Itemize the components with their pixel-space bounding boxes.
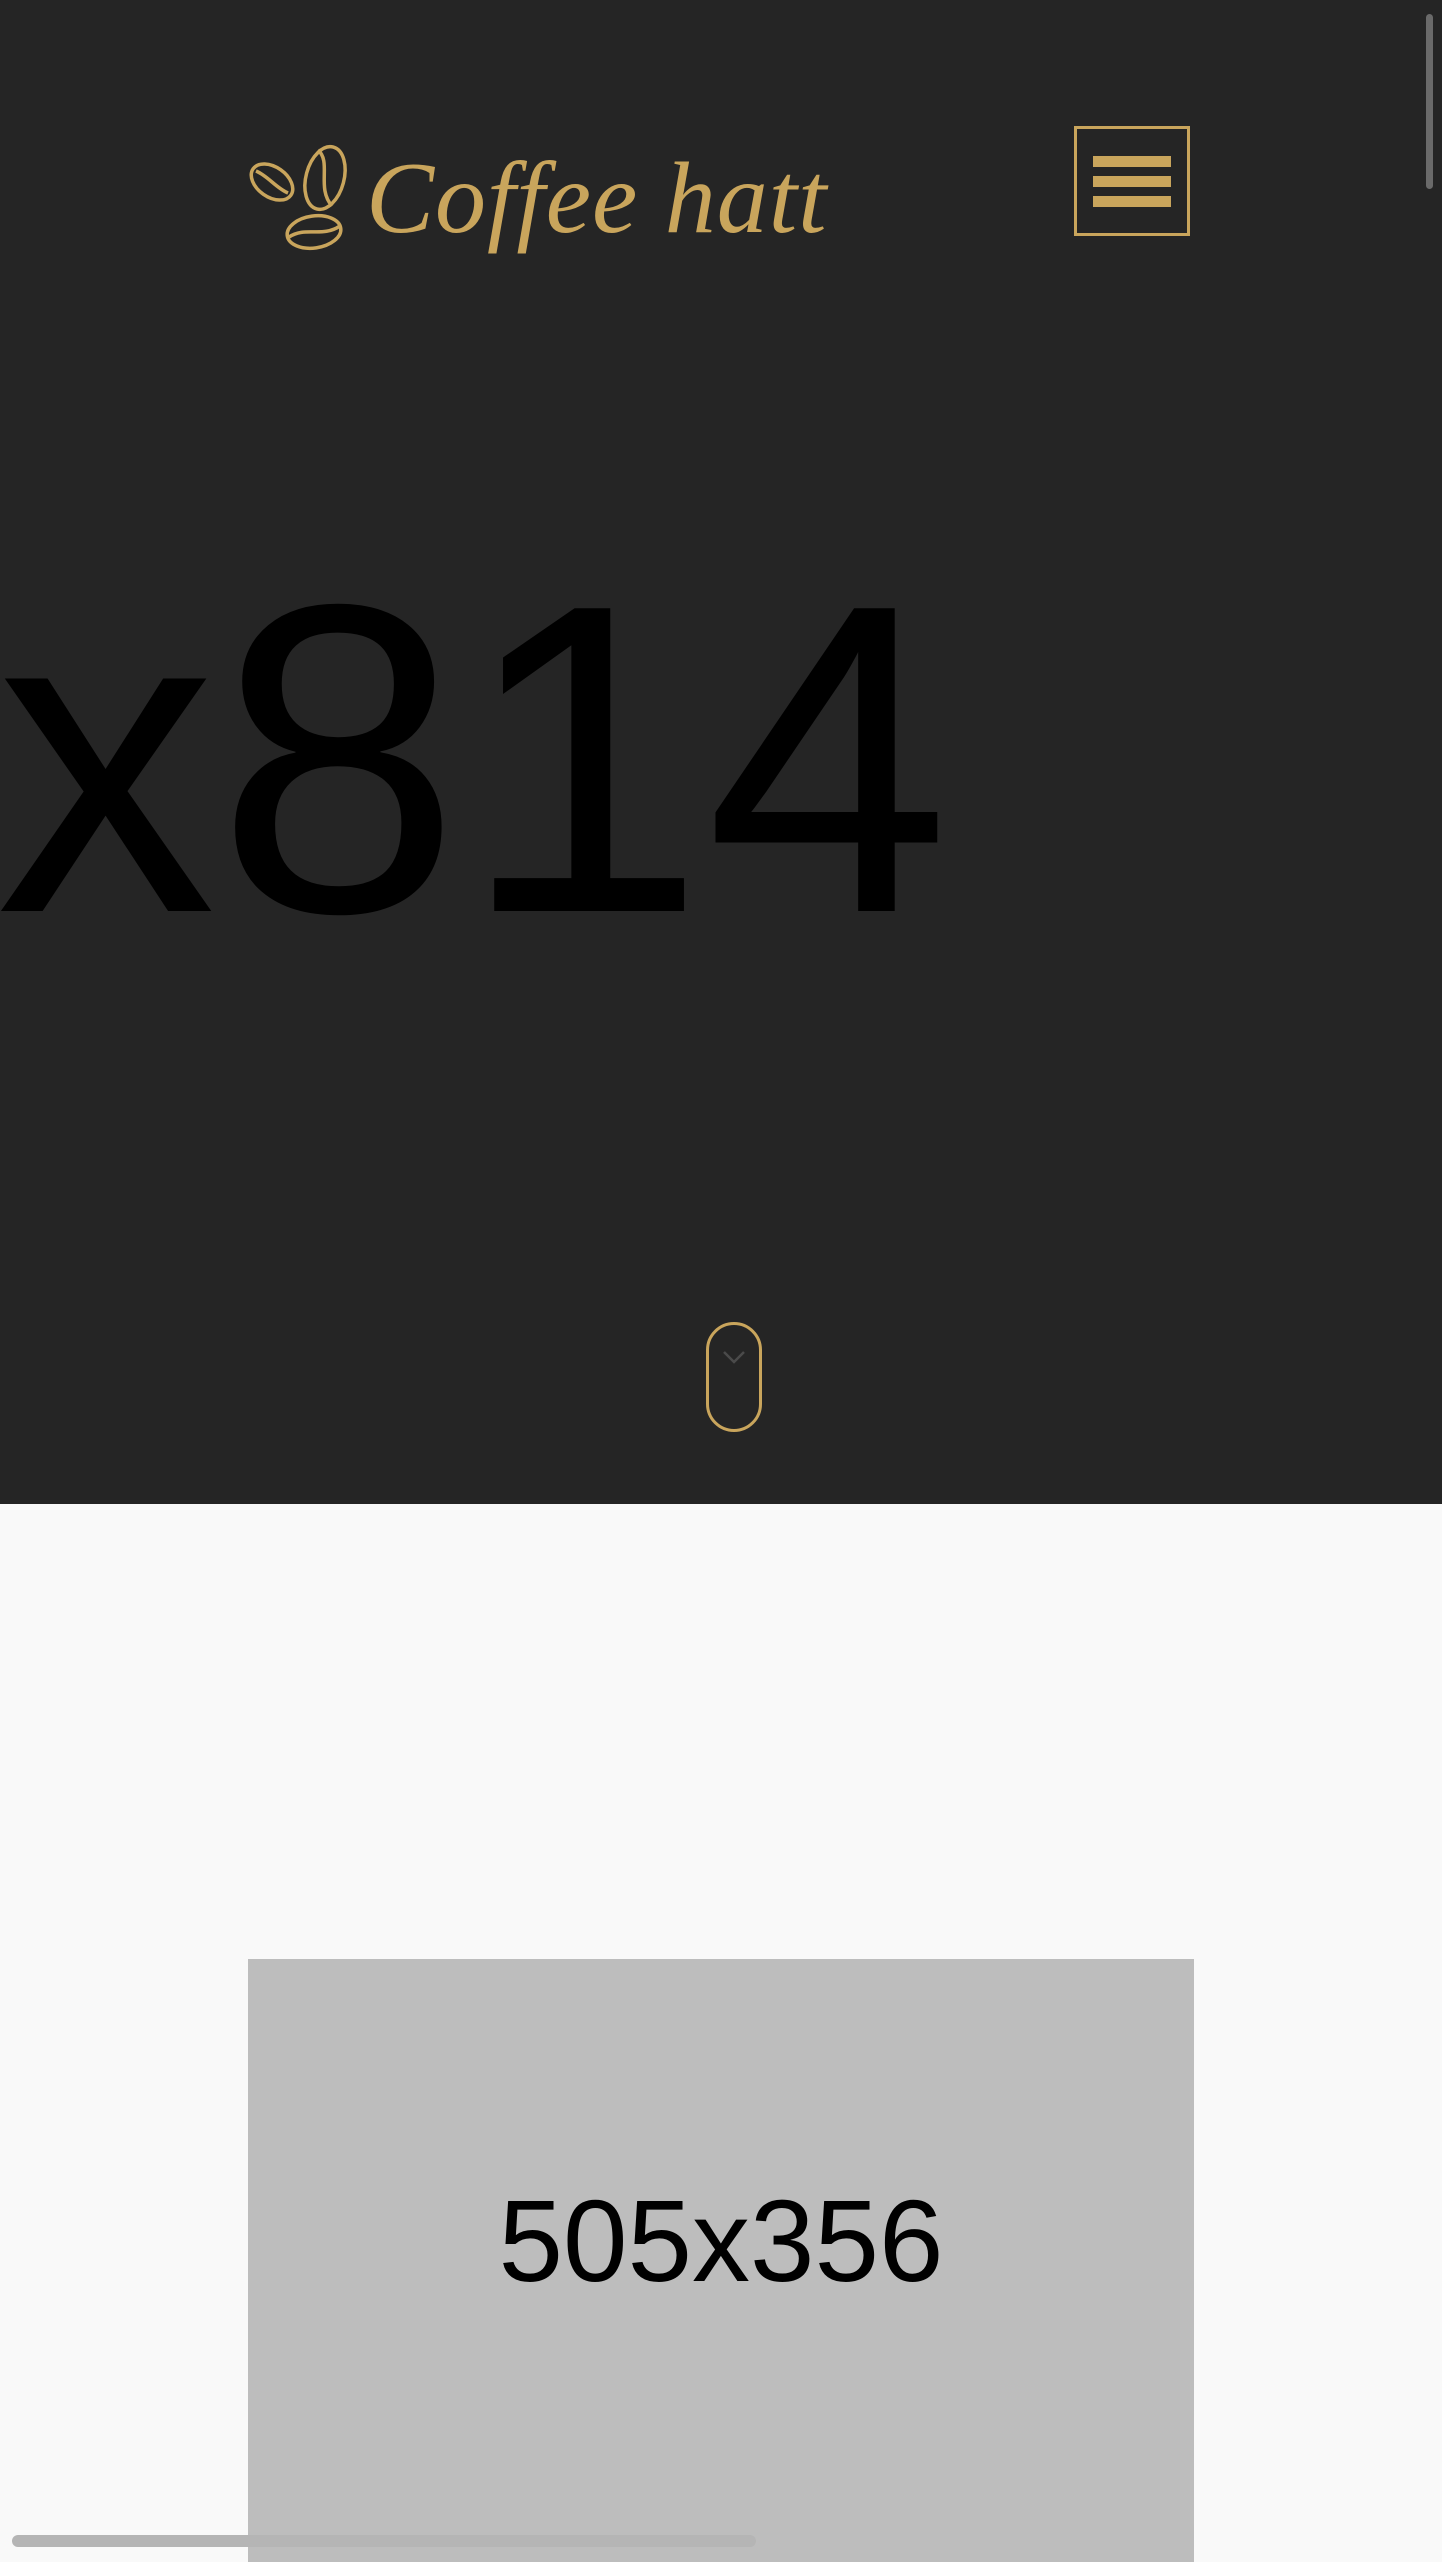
hamburger-menu-icon <box>1093 155 1171 167</box>
brand-name: Coffee hatt <box>366 142 828 255</box>
horizontal-scrollbar[interactable] <box>12 2535 756 2547</box>
content-image-placeholder: 505x356 <box>248 1959 1194 2562</box>
coffee-beans-icon <box>249 144 347 251</box>
hero-image-placeholder: x814 <box>0 514 951 1005</box>
vertical-scrollbar[interactable] <box>1426 14 1433 189</box>
hamburger-menu-icon-bar <box>1093 195 1171 207</box>
hero-section: Coffee hatt x814 <box>0 0 1442 1504</box>
chevron-down-icon <box>723 1351 745 1364</box>
scroll-down-button[interactable] <box>706 1322 762 1432</box>
hamburger-menu-icon-bar <box>1093 175 1171 187</box>
site-logo[interactable]: Coffee hatt <box>246 136 827 262</box>
image-placeholder-label: 505x356 <box>498 2176 944 2306</box>
menu-button[interactable] <box>1074 126 1190 236</box>
